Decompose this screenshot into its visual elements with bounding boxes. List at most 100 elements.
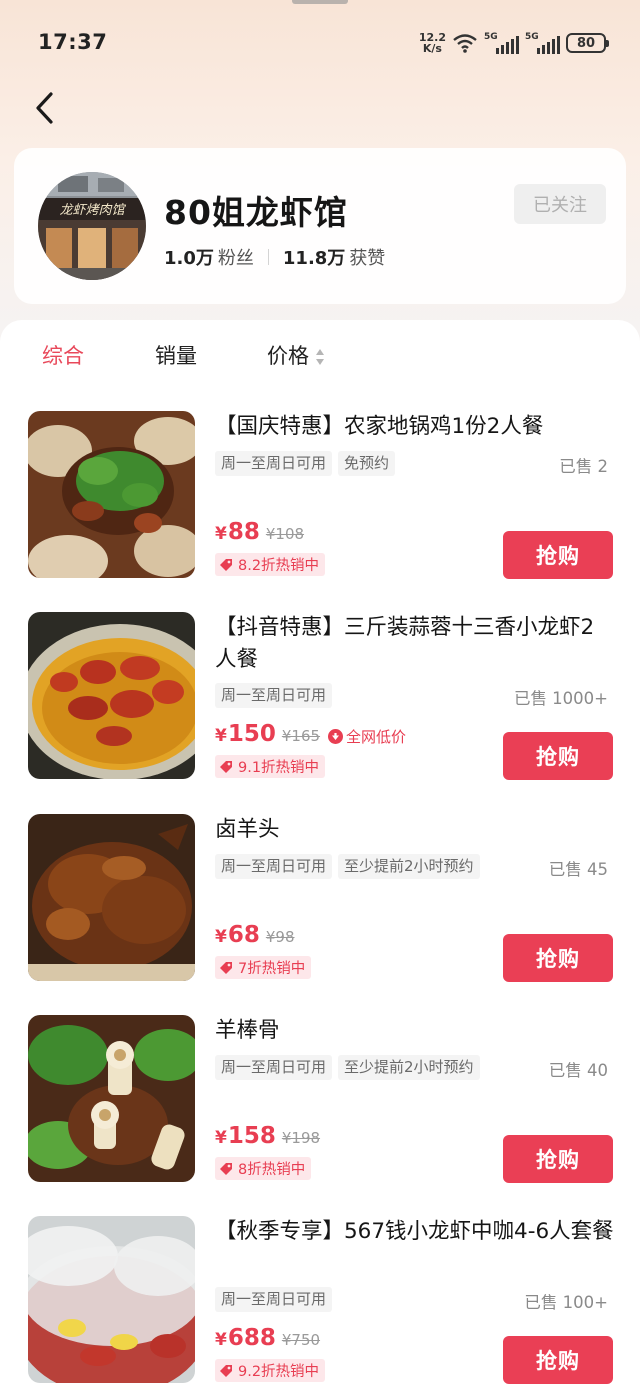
original-price: ¥98: [265, 928, 295, 946]
price-value: 150: [227, 721, 276, 747]
discount-badge: 9.2折热销中: [215, 1359, 326, 1382]
original-price: ¥108: [265, 525, 305, 543]
fans-label: 粉丝: [217, 248, 254, 269]
shop-header-card: 龙虾烤肉馆 80姐龙虾馆 1.0万 粉丝 11.8万 获赞 已关注: [14, 148, 626, 304]
food-photo-lamb-head: [28, 814, 195, 981]
current-price: ¥150: [215, 721, 276, 747]
price-value: 68: [227, 922, 260, 948]
tag-usage: 周一至周日可用: [215, 854, 333, 879]
product-tags: 周一至周日可用: [215, 1287, 333, 1312]
price-tag-icon: [220, 558, 232, 571]
tab-comprehensive[interactable]: 综合: [42, 340, 84, 370]
sold-count: 已售 1000+: [513, 689, 608, 708]
product-title: 【国庆特惠】农家地锅鸡1份2人餐: [215, 414, 544, 439]
product-image[interactable]: [28, 411, 195, 578]
buy-button[interactable]: 抢购: [503, 1336, 613, 1384]
product-list-panel: 综合 销量 价格 【国庆特惠】农家地锅鸡1份2人餐 周一至周日可用 免预约 已售…: [0, 320, 640, 1400]
discount-text: 8折热销中: [238, 1162, 306, 1178]
product-tags: 周一至周日可用 至少提前2小时预约: [215, 854, 480, 879]
shop-name: 80姐龙虾馆: [164, 193, 348, 232]
current-price: ¥88: [215, 519, 260, 545]
tag-booking: 至少提前2小时预约: [338, 854, 480, 879]
price-value: 88: [227, 519, 260, 545]
down-arrow-icon: [328, 729, 344, 744]
tag-usage: 周一至周日可用: [215, 451, 333, 476]
network-speed: 12.2 K/s: [419, 32, 446, 54]
tab-price[interactable]: 价格: [267, 340, 325, 370]
likes-label: 获赞: [349, 248, 386, 269]
price-tag-icon: [220, 1364, 232, 1377]
food-photo-chicken: [28, 411, 195, 578]
chevron-left-icon: [36, 92, 53, 124]
food-photo-crayfish-platter: [28, 1216, 195, 1383]
shop-avatar[interactable]: 龙虾烤肉馆: [38, 172, 146, 280]
currency-symbol: ¥: [215, 927, 227, 947]
discount-text: 9.2折热销中: [238, 1364, 320, 1380]
current-price: ¥688: [215, 1325, 276, 1351]
product-title: 羊棒骨: [215, 1018, 280, 1043]
sort-tabs: 综合 销量 价格: [0, 340, 640, 376]
tab-sales[interactable]: 销量: [155, 340, 197, 370]
shop-stats: 1.0万 粉丝 11.8万 获赞: [164, 244, 385, 270]
signal-2-label: 5G: [525, 32, 539, 42]
signal-1-label: 5G: [484, 32, 498, 42]
cell-signal-1-icon: 5G: [484, 32, 519, 54]
tag-booking: 免预约: [338, 451, 396, 476]
discount-badge: 7折热销中: [215, 956, 312, 979]
discount-badge: 8折热销中: [215, 1157, 312, 1180]
price-tag-icon: [220, 760, 232, 773]
current-price: ¥158: [215, 1123, 276, 1149]
price-tag-icon: [220, 1162, 232, 1175]
price-value: 688: [227, 1325, 276, 1351]
status-time: 17:37: [38, 30, 108, 54]
product-tags: 周一至周日可用 至少提前2小时预约: [215, 1055, 480, 1080]
avatar-sign-text: 龙虾烤肉馆: [59, 203, 126, 218]
discount-badge: 8.2折热销中: [215, 553, 326, 576]
stats-divider: [267, 249, 269, 265]
product-tags: 周一至周日可用: [215, 683, 333, 708]
original-price: ¥198: [281, 1129, 321, 1147]
product-title: 【抖音特惠】三斤装蒜蓉十三香小龙虾2人餐: [215, 615, 595, 672]
sold-count: 已售 40: [548, 1061, 608, 1080]
lowest-price-label: 全网低价: [346, 728, 407, 746]
likes-count: 11.8万: [282, 248, 346, 269]
cell-signal-2-icon: 5G: [525, 32, 560, 54]
lowest-price-badge: 全网低价: [328, 726, 406, 747]
product-image[interactable]: [28, 1216, 195, 1383]
tab-price-label: 价格: [267, 344, 309, 368]
product-tags: 周一至周日可用 免预约: [215, 451, 396, 476]
tag-booking: 至少提前2小时预约: [338, 1055, 480, 1080]
currency-symbol: ¥: [215, 726, 227, 746]
currency-symbol: ¥: [215, 1128, 227, 1148]
price-value: 158: [227, 1123, 276, 1149]
discount-badge: 9.1折热销中: [215, 755, 326, 778]
tag-usage: 周一至周日可用: [215, 683, 333, 708]
buy-button[interactable]: 抢购: [503, 732, 613, 780]
product-title: 卤羊头: [215, 817, 280, 842]
tag-usage: 周一至周日可用: [215, 1055, 333, 1080]
tag-usage: 周一至周日可用: [215, 1287, 333, 1312]
food-photo-lamb-bones: [28, 1015, 195, 1182]
network-speed-unit: K/s: [422, 42, 442, 55]
price-tag-icon: [220, 961, 232, 974]
follow-button[interactable]: 已关注: [514, 184, 606, 224]
buy-button[interactable]: 抢购: [503, 934, 613, 982]
product-image[interactable]: [28, 814, 195, 981]
original-price: ¥750: [281, 1331, 321, 1349]
wifi-icon: [453, 34, 477, 53]
fans-count: 1.0万: [164, 248, 214, 269]
sold-count: 已售 100+: [524, 1293, 608, 1312]
battery-icon: 80: [566, 33, 609, 53]
discount-text: 9.1折热销中: [238, 760, 320, 776]
product-image[interactable]: [28, 612, 195, 779]
sold-count: 已售 45: [548, 860, 608, 879]
discount-text: 8.2折热销中: [238, 558, 320, 574]
status-icons: 12.2 K/s 5G 5G 80: [419, 30, 609, 56]
product-title: 【秋季专享】567钱小龙虾中咖4-6人套餐: [215, 1219, 614, 1244]
back-button[interactable]: [24, 86, 64, 130]
buy-button[interactable]: 抢购: [503, 531, 613, 579]
storefront-image: 龙虾烤肉馆: [38, 172, 146, 280]
buy-button[interactable]: 抢购: [503, 1135, 613, 1183]
original-price: ¥165: [281, 727, 321, 745]
product-image[interactable]: [28, 1015, 195, 1182]
